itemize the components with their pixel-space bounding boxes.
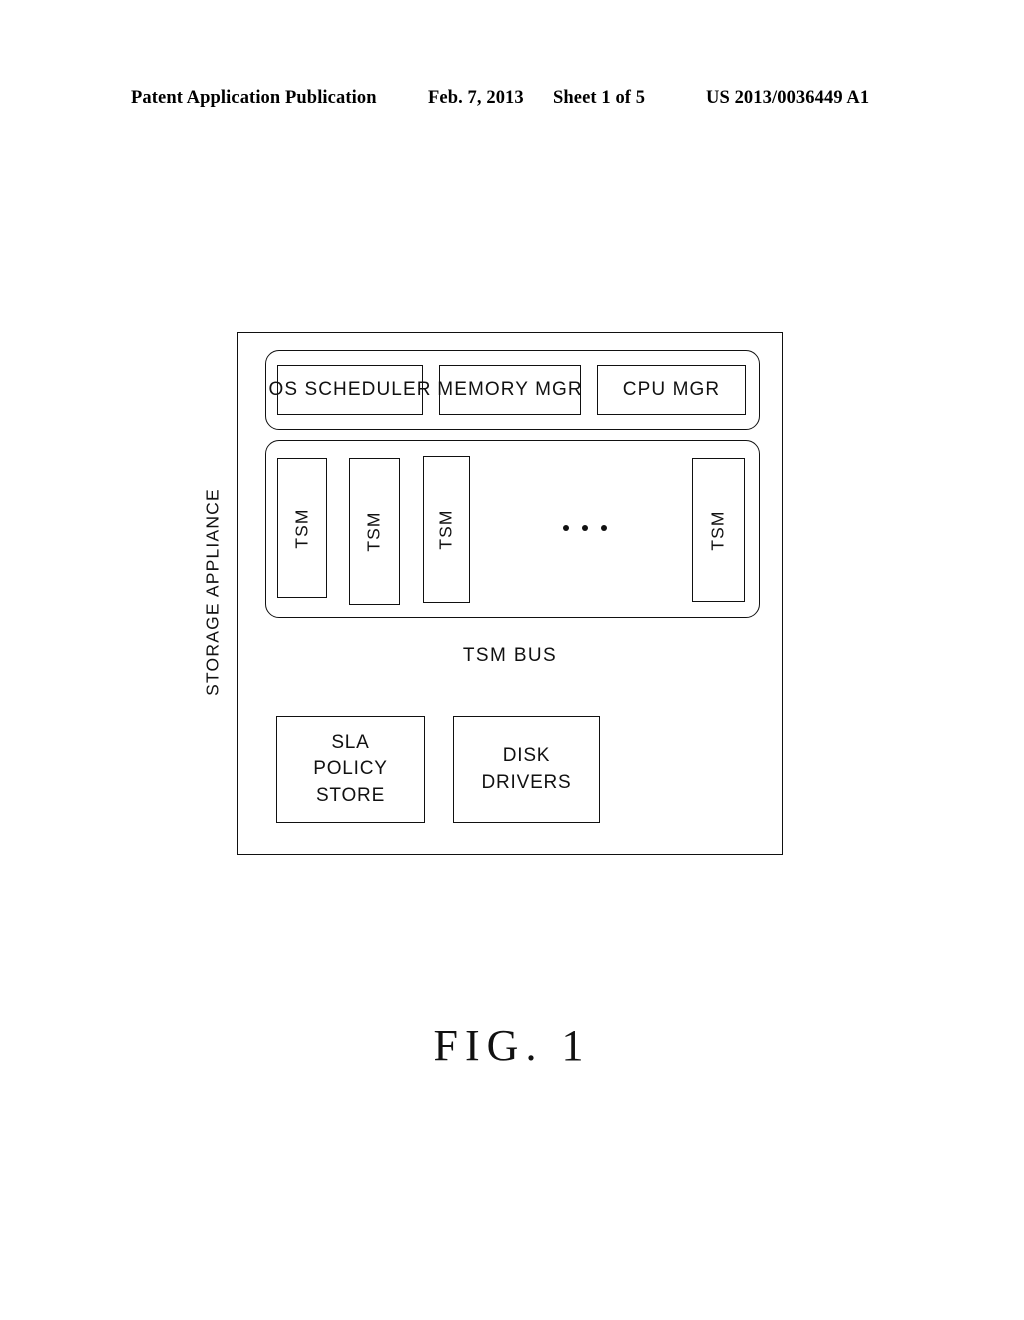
disk-drivers-line-1: DISK: [502, 745, 551, 767]
tsm-ellipsis-icon: [563, 521, 607, 535]
tsm-label-2: TSM: [364, 511, 384, 552]
tsm-label-n: TSM: [708, 509, 728, 551]
tsm-group-container: [265, 440, 760, 618]
storage-appliance-label-text: STORAGE APPLIANCE: [202, 488, 223, 696]
tsm-box-2: TSM: [349, 458, 400, 605]
sla-policy-store-line-1: SLA: [331, 732, 370, 754]
os-scheduler-label: OS SCHEDULER: [268, 379, 432, 400]
os-scheduler-box: OS SCHEDULER: [268, 365, 430, 415]
memory-mgr-box: MEMORY MGR: [437, 365, 583, 415]
ellipsis-dot-3: [601, 525, 607, 531]
disk-drivers-line-2: DRIVERS: [481, 771, 572, 793]
ellipsis-dot-2: [582, 525, 588, 531]
sla-policy-store-box: SLA POLICY STORE: [276, 716, 425, 823]
disk-drivers-box: DISK DRIVERS: [453, 716, 600, 823]
tsm-box-1: TSM: [277, 458, 327, 598]
tsm-bus-label: TSM BUS: [462, 645, 558, 666]
patent-figure: STORAGE APPLIANCE OS SCHEDULER MEMORY MG…: [0, 0, 1024, 1320]
tsm-box-3: TSM: [423, 456, 470, 603]
cpu-mgr-box: CPU MGR: [597, 365, 746, 415]
sla-policy-store-line-3: STORE: [315, 784, 386, 806]
tsm-box-n: TSM: [692, 458, 745, 602]
sla-policy-store-line-2: POLICY: [313, 758, 388, 780]
tsm-label-1: TSM: [291, 507, 312, 549]
figure-caption: FIG. 1: [433, 1021, 591, 1070]
memory-mgr-label: MEMORY MGR: [437, 379, 583, 400]
tsm-label-3: TSM: [436, 509, 456, 550]
ellipsis-dot-1: [563, 525, 569, 531]
cpu-mgr-label: CPU MGR: [622, 379, 721, 400]
